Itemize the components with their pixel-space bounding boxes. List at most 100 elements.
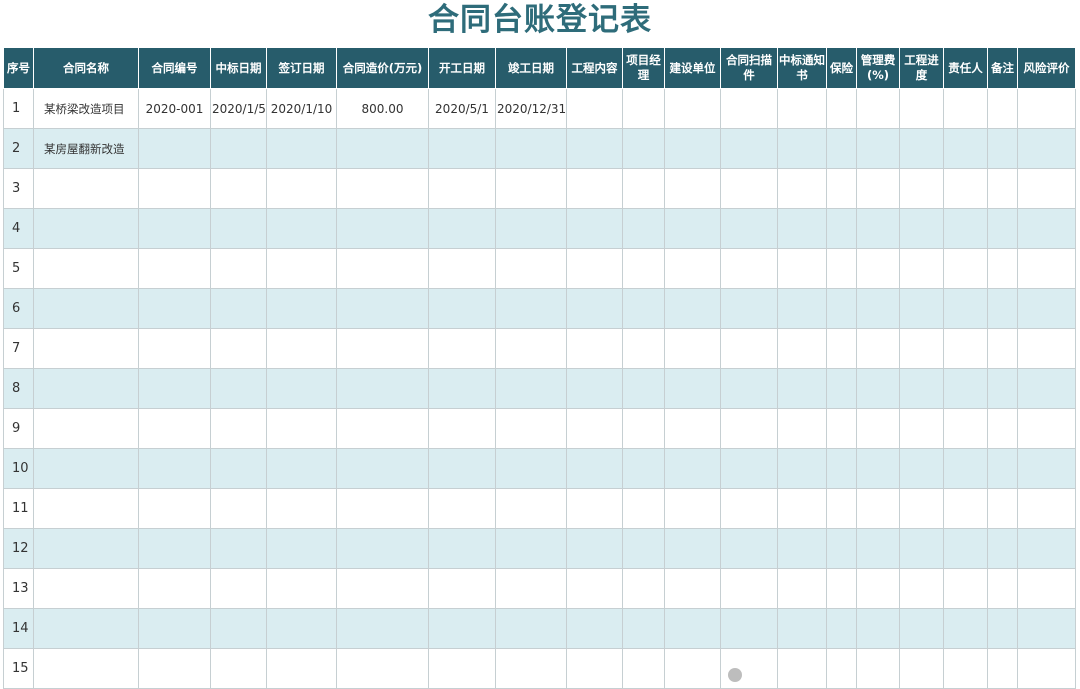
cell-start-date[interactable]: 2020/5/1	[428, 88, 496, 129]
cell-bid-date[interactable]	[210, 128, 267, 169]
cell-completion-date[interactable]	[495, 488, 567, 529]
cell-bid-notice[interactable]	[777, 488, 827, 529]
cell-insurance[interactable]	[826, 168, 857, 209]
cell-bid-notice[interactable]	[777, 368, 827, 409]
cell-contract-code[interactable]	[138, 608, 211, 649]
cell-work-content[interactable]	[566, 568, 623, 609]
cell-remarks[interactable]	[987, 168, 1018, 209]
cell-progress[interactable]	[899, 568, 944, 609]
cell-insurance[interactable]	[826, 208, 857, 249]
cell-management-fee[interactable]	[856, 248, 900, 289]
cell-project-manager[interactable]	[622, 368, 665, 409]
cell-contract-name[interactable]	[33, 368, 139, 409]
cell-bid-notice[interactable]	[777, 328, 827, 369]
cell-responsible[interactable]	[943, 408, 988, 449]
cell-completion-date[interactable]	[495, 528, 567, 569]
col-header-sign-date[interactable]: 签订日期	[266, 47, 337, 89]
cell-owner-unit[interactable]	[664, 168, 721, 209]
col-header-seq[interactable]: 序号	[3, 47, 34, 89]
cell-start-date[interactable]	[428, 528, 496, 569]
cell-progress[interactable]	[899, 368, 944, 409]
cell-contract-price[interactable]	[336, 528, 429, 569]
cell-contract-price[interactable]	[336, 408, 429, 449]
cell-responsible[interactable]	[943, 88, 988, 129]
col-header-progress[interactable]: 工程进度	[899, 47, 944, 89]
cell-seq[interactable]: 12	[3, 528, 34, 569]
col-header-contract-code[interactable]: 合同编号	[138, 47, 211, 89]
col-header-owner-unit[interactable]: 建设单位	[664, 47, 721, 89]
cell-insurance[interactable]	[826, 128, 857, 169]
cell-completion-date[interactable]	[495, 168, 567, 209]
cell-start-date[interactable]	[428, 208, 496, 249]
cell-management-fee[interactable]	[856, 208, 900, 249]
cell-risk-rating[interactable]	[1017, 368, 1076, 409]
cell-contract-price[interactable]	[336, 248, 429, 289]
cell-project-manager[interactable]	[622, 488, 665, 529]
cell-contract-name[interactable]	[33, 648, 139, 689]
cell-progress[interactable]	[899, 328, 944, 369]
cell-remarks[interactable]	[987, 608, 1018, 649]
cell-remarks[interactable]	[987, 448, 1018, 489]
cell-remarks[interactable]	[987, 568, 1018, 609]
cell-owner-unit[interactable]	[664, 408, 721, 449]
cell-sign-date[interactable]	[266, 568, 337, 609]
cell-start-date[interactable]	[428, 248, 496, 289]
cell-contract-scan[interactable]	[720, 248, 778, 289]
cell-contract-name[interactable]	[33, 288, 139, 329]
cell-sign-date[interactable]	[266, 128, 337, 169]
cell-sign-date[interactable]	[266, 528, 337, 569]
col-header-responsible[interactable]: 责任人	[943, 47, 988, 89]
cell-management-fee[interactable]	[856, 128, 900, 169]
cell-owner-unit[interactable]	[664, 88, 721, 129]
cell-sign-date[interactable]: 2020/1/10	[266, 88, 337, 129]
cell-contract-code[interactable]: 2020-001	[138, 88, 211, 129]
cell-bid-notice[interactable]	[777, 608, 827, 649]
cell-risk-rating[interactable]	[1017, 648, 1076, 689]
cell-project-manager[interactable]	[622, 168, 665, 209]
cell-contract-scan[interactable]	[720, 608, 778, 649]
cell-seq[interactable]: 15	[3, 648, 34, 689]
cell-completion-date[interactable]	[495, 448, 567, 489]
cell-project-manager[interactable]	[622, 648, 665, 689]
cell-contract-price[interactable]	[336, 128, 429, 169]
col-header-work-content[interactable]: 工程内容	[566, 47, 623, 89]
cell-risk-rating[interactable]	[1017, 168, 1076, 209]
cell-contract-scan[interactable]	[720, 128, 778, 169]
cell-management-fee[interactable]	[856, 448, 900, 489]
cell-sign-date[interactable]	[266, 488, 337, 529]
cell-owner-unit[interactable]	[664, 648, 721, 689]
cell-seq[interactable]: 3	[3, 168, 34, 209]
cell-bid-date[interactable]	[210, 488, 267, 529]
cell-contract-code[interactable]	[138, 288, 211, 329]
cell-bid-date[interactable]	[210, 528, 267, 569]
cell-bid-notice[interactable]	[777, 448, 827, 489]
cell-completion-date[interactable]	[495, 368, 567, 409]
cell-management-fee[interactable]	[856, 408, 900, 449]
cell-completion-date[interactable]	[495, 608, 567, 649]
cell-seq[interactable]: 5	[3, 248, 34, 289]
cell-start-date[interactable]	[428, 488, 496, 529]
cell-insurance[interactable]	[826, 408, 857, 449]
cell-contract-price[interactable]	[336, 568, 429, 609]
cell-work-content[interactable]	[566, 368, 623, 409]
cell-sign-date[interactable]	[266, 648, 337, 689]
cell-work-content[interactable]	[566, 408, 623, 449]
cell-work-content[interactable]	[566, 528, 623, 569]
cell-progress[interactable]	[899, 648, 944, 689]
cell-start-date[interactable]	[428, 648, 496, 689]
cell-contract-price[interactable]	[336, 608, 429, 649]
cell-insurance[interactable]	[826, 568, 857, 609]
cell-contract-name[interactable]	[33, 208, 139, 249]
cell-bid-date[interactable]	[210, 288, 267, 329]
cell-remarks[interactable]	[987, 648, 1018, 689]
cell-contract-price[interactable]	[336, 168, 429, 209]
cell-project-manager[interactable]	[622, 528, 665, 569]
cell-remarks[interactable]	[987, 328, 1018, 369]
cell-completion-date[interactable]	[495, 568, 567, 609]
cell-sign-date[interactable]	[266, 288, 337, 329]
cell-contract-code[interactable]	[138, 568, 211, 609]
cell-management-fee[interactable]	[856, 648, 900, 689]
cell-seq[interactable]: 11	[3, 488, 34, 529]
cell-contract-name[interactable]	[33, 608, 139, 649]
cell-progress[interactable]	[899, 208, 944, 249]
